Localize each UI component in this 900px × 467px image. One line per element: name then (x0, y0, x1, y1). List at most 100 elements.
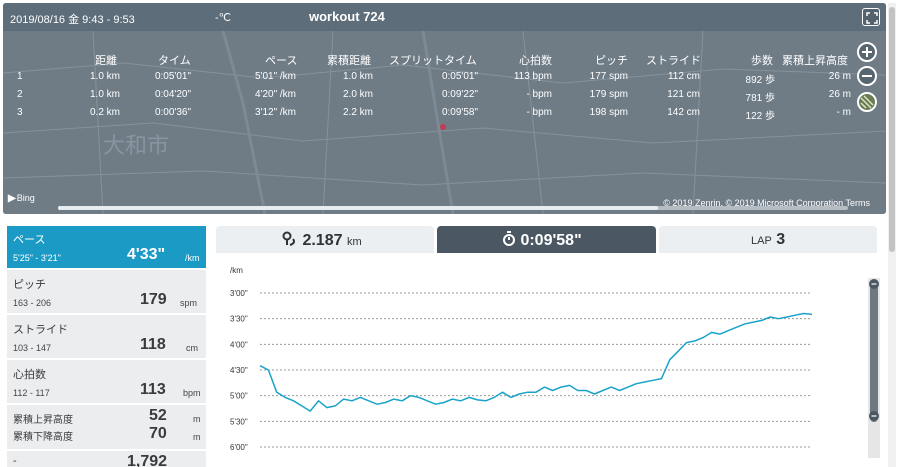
metric-label: - (13, 455, 17, 467)
fullscreen-button[interactable] (862, 8, 880, 26)
route-map[interactable]: 大和市 2019/08/16 金 9:43 - 9:53 -℃ workout … (3, 3, 886, 214)
tab-time[interactable]: 0:09'58" (437, 226, 656, 253)
chart-scroll-thumb[interactable] (870, 284, 878, 422)
lap-cadence: 179 spm (589, 89, 628, 100)
metric-value: 1,792 (127, 453, 168, 467)
y-tick-label: 3'00" (230, 289, 248, 298)
plus-icon (862, 47, 872, 57)
lap-time: 0:04'20" (154, 89, 191, 100)
scroll-up-icon[interactable] (868, 278, 880, 290)
temperature: -℃ (215, 12, 232, 24)
y-tick-label: 3'30" (230, 315, 248, 324)
lap-stride: 112 cm (667, 71, 700, 82)
col-pace: ペース (265, 55, 298, 67)
tab-distance[interactable]: 2.187 km (216, 226, 434, 253)
metric-unit: cm (186, 343, 198, 353)
lap-heart-rate: 113 bpm (513, 71, 552, 82)
lap-elevation: 26 m (828, 71, 851, 82)
lap-heart-rate: - bpm (526, 89, 552, 100)
lap-pace: 5'01" /km (254, 71, 296, 82)
map-scroll-thumb[interactable] (58, 206, 658, 210)
y-tick-label: 5'00" (230, 392, 248, 401)
y-tick-labels: 3'00" 3'30" 4'00" 4'30" 5'00" 5'30" 6'00" (230, 289, 248, 452)
lap-table-header: 距離 タイム ペース 累積距離 スプリットタイム 心拍数 ピッチ ストライド 歩… (3, 52, 863, 70)
lap-index: 1 (17, 71, 23, 82)
zoom-in-button[interactable] (857, 42, 877, 62)
lap-steps: 892 歩 (745, 75, 775, 86)
lap-row[interactable]: 2 1.0 km 0:04'20" 4'20" /km 2.0 km 0:09'22" - … (3, 89, 863, 107)
col-elevation-gain: 累積上昇高度 (782, 55, 848, 67)
col-split-time: スプリットタイム (389, 55, 477, 67)
metric-elevation[interactable]: 累積上昇高度 累積下降高度 52 70 m m (7, 405, 206, 449)
expand-icon (866, 12, 878, 24)
lap-heart-rate: - bpm (526, 107, 552, 118)
elevation-loss-unit: m (193, 432, 201, 442)
workout-datetime: 2019/08/16 金 9:43 - 9:53 (10, 14, 135, 26)
lap-pace: 4'20" /km (254, 89, 296, 100)
metric-value: 118 (140, 336, 166, 353)
metric-stride[interactable]: ストライド 103 - 147 118 cm (7, 315, 206, 358)
metric-value: 4'33" (127, 246, 166, 263)
metric-heart-rate[interactable]: 心拍数 112 - 117 113 bpm (7, 360, 206, 403)
y-tick-label: 4'00" (230, 340, 248, 349)
col-time: タイム (158, 55, 191, 67)
bing-label: Bing (16, 193, 35, 203)
elevation-gain-label: 累積上昇高度 (13, 415, 73, 426)
app-root: 大和市 2019/08/16 金 9:43 - 9:53 -℃ workout … (0, 0, 900, 467)
metric-range: 163 - 206 (13, 298, 52, 308)
lap-label: LAP (751, 235, 772, 247)
metric-range: 5'25" - 3'21" (13, 253, 61, 263)
elevation-gain-value: 52 (149, 407, 167, 424)
lap-elevation: 26 m (828, 89, 851, 100)
lap-pace: 3'12" /km (254, 107, 296, 118)
distance-unit: km (346, 236, 362, 248)
lap-split: 0:09'22" (441, 89, 478, 100)
lap-cum-distance: 1.0 km (342, 71, 373, 82)
workout-title: workout 724 (309, 9, 385, 24)
page-scrollbar[interactable] (888, 3, 896, 467)
route-pin-icon (282, 231, 295, 246)
lap-cadence: 198 spm (589, 107, 628, 118)
col-heart-rate: 心拍数 (519, 55, 552, 67)
map-style-button[interactable] (857, 92, 877, 112)
lap-count: 3 (776, 231, 786, 248)
metric-range: 103 - 147 (13, 343, 52, 353)
elevation-loss-value: 70 (149, 425, 167, 442)
col-distance: 距離 (95, 55, 117, 67)
metric-unit: bpm (183, 388, 201, 398)
metric-range: 112 - 117 (13, 388, 50, 398)
minus-icon (862, 75, 872, 77)
metric-pace[interactable]: ペース 5'25" - 3'21" 4'33" /km (7, 226, 206, 268)
metric-unit: /km (185, 253, 200, 263)
y-axis-unit: /km (230, 266, 243, 275)
chart-scrollbar[interactable] (868, 278, 880, 458)
bing-mark-icon: ▶ (8, 193, 16, 204)
workout-header: 2019/08/16 金 9:43 - 9:53 -℃ workout 724 (3, 3, 886, 31)
lap-steps: 781 歩 (745, 93, 775, 104)
distance-value: 2.187 (302, 232, 343, 249)
map-horizontal-scrollbar[interactable] (58, 206, 848, 210)
lap-row[interactable]: 1 1.0 km 0:05'01" 5'01" /km 1.0 km 0:05'01" 11… (3, 71, 863, 89)
lap-stride: 121 cm (667, 89, 700, 100)
time-value: 0:09'58" (520, 232, 582, 249)
lap-time: 0:05'01" (154, 71, 191, 82)
y-tick-label: 6'00" (230, 443, 248, 452)
lap-cadence: 177 spm (589, 71, 628, 82)
metric-steps[interactable]: - 1,792 (7, 451, 206, 467)
metric-cadence[interactable]: ピッチ 163 - 206 179 spm (7, 270, 206, 313)
y-tick-label: 5'30" (230, 417, 248, 426)
page-scroll-thumb[interactable] (889, 7, 895, 252)
lap-distance: 1.0 km (89, 71, 120, 82)
metric-unit: spm (180, 298, 198, 308)
lap-distance: 1.0 km (89, 89, 120, 100)
scroll-down-icon[interactable] (868, 410, 880, 422)
lap-row[interactable]: 3 0.2 km 0:00'36" 3'12" /km 2.2 km 0:09'58" - … (3, 107, 863, 125)
tab-lap[interactable]: LAP 3 (659, 226, 877, 253)
lap-distance: 0.2 km (89, 107, 120, 118)
zoom-out-button[interactable] (857, 66, 877, 86)
col-cadence: ピッチ (595, 55, 628, 67)
lap-split: 0:05'01" (441, 71, 478, 82)
lap-elevation: - m (836, 107, 851, 118)
metric-label: ピッチ (13, 279, 46, 291)
pace-chart: /km 3'00" 3'30" 4'00" 4'30" 5'00" 5'30" 6'00" (230, 266, 813, 452)
